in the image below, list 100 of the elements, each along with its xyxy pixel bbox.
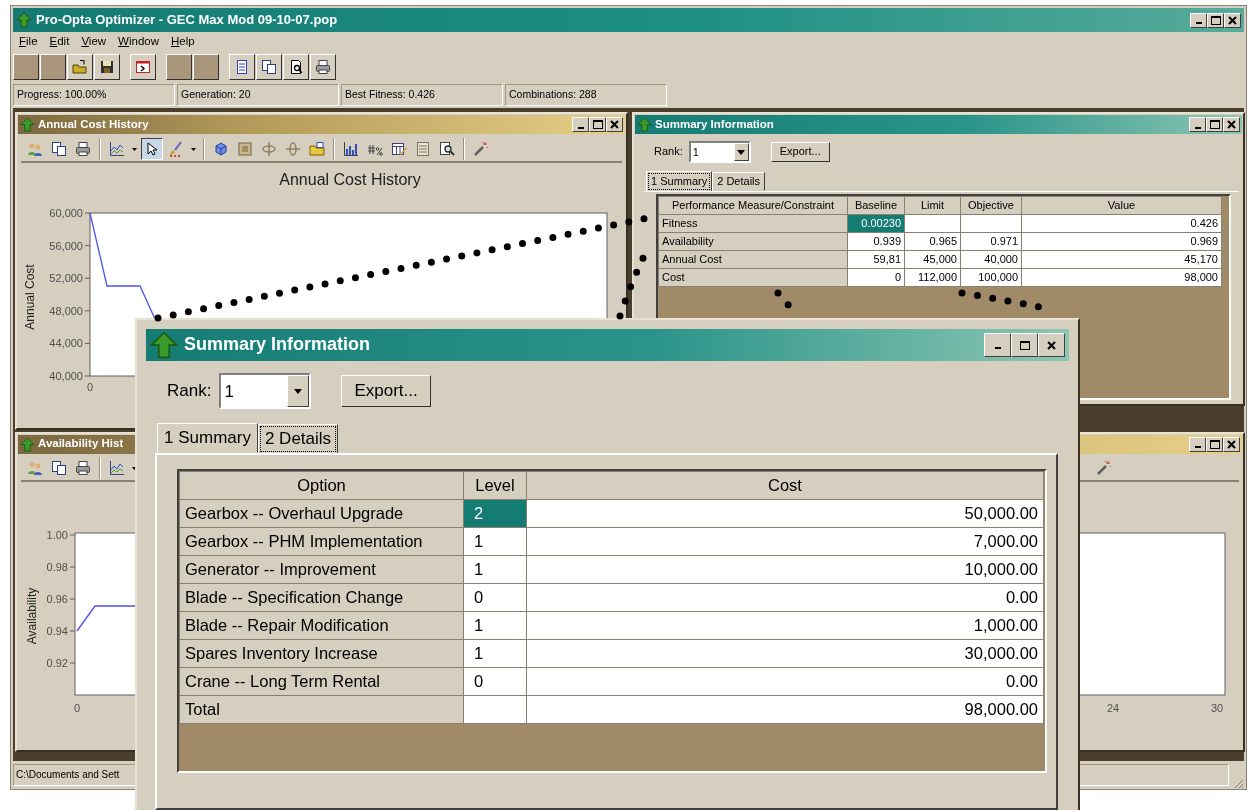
- row-header: Total: [179, 695, 464, 724]
- status-text: C:\Documents and Sett: [16, 769, 120, 780]
- rank-label: Rank:: [167, 380, 212, 402]
- copy-icon: [51, 141, 67, 157]
- users-icon: [27, 460, 43, 477]
- maximize-button[interactable]: [1206, 117, 1223, 132]
- axis-tick-label: 24: [1106, 702, 1120, 714]
- tab[interactable]: 2 Details: [257, 424, 339, 455]
- status-panel: Best Fitness: 0.426: [341, 84, 503, 106]
- close-button[interactable]: [1223, 436, 1240, 452]
- close-button[interactable]: [606, 117, 623, 132]
- axis-tick-label: 0.94: [46, 625, 76, 637]
- table-edit-icon: [391, 141, 407, 157]
- maximize-button[interactable]: [1011, 333, 1038, 357]
- dropdown-arrow-icon: [737, 149, 746, 155]
- chart-title: Annual Cost History: [279, 171, 421, 188]
- minimize-button[interactable]: [984, 333, 1011, 357]
- minimize-button[interactable]: [572, 117, 589, 132]
- up-arrow-icon: [20, 117, 35, 132]
- close-button[interactable]: [1223, 117, 1240, 132]
- blank-button[interactable]: [193, 54, 219, 80]
- line-chart-icon: [109, 141, 125, 157]
- close-button[interactable]: [1038, 333, 1065, 357]
- close-button[interactable]: [1224, 12, 1241, 28]
- table-cell: 7,000.00: [526, 527, 1044, 556]
- axis-tick-label: 52,000: [49, 272, 91, 285]
- minimize-button[interactable]: [1190, 12, 1207, 28]
- save-icon: [99, 59, 115, 75]
- tab[interactable]: 2 Details: [712, 172, 766, 192]
- axis-tick-label: 30: [1210, 702, 1224, 714]
- table-cell: 1: [463, 555, 527, 584]
- cube-icon: [213, 141, 229, 157]
- menu-item[interactable]: Window: [112, 35, 166, 49]
- close-icon: [1047, 340, 1056, 350]
- axis-title: Annual Cost: [23, 264, 37, 330]
- line-chart-icon: [109, 460, 125, 477]
- row-header: Spares Inventory Increase: [179, 639, 464, 668]
- copy-icon: [51, 460, 67, 477]
- maximize-button[interactable]: [589, 117, 606, 132]
- column-header: Value: [1021, 196, 1222, 215]
- blank-button[interactable]: [13, 54, 39, 80]
- maximize-icon: [1019, 340, 1030, 350]
- terminal-button[interactable]: [130, 54, 156, 80]
- caret-icon: [132, 147, 137, 151]
- print-icon: [315, 59, 331, 75]
- folder-icon: [309, 141, 325, 157]
- maximize-button[interactable]: [1207, 12, 1224, 28]
- blank-button[interactable]: [166, 54, 192, 80]
- wand-icon: [1096, 460, 1112, 477]
- brush-icon: [168, 141, 184, 157]
- rank-label: Rank:: [654, 145, 683, 159]
- row-header: Blade -- Specification Change: [179, 583, 464, 612]
- rank-dropdown[interactable]: 1: [688, 141, 751, 163]
- terminal-icon: [135, 59, 151, 75]
- table-cell: 0: [463, 583, 527, 612]
- axis-tick-label: 1.00: [46, 529, 76, 541]
- window-title: Annual Cost History: [38, 117, 149, 132]
- export-button[interactable]: Export...: [770, 142, 830, 162]
- table-cell: 0: [463, 667, 527, 696]
- document-button[interactable]: [229, 54, 255, 80]
- frame-icon: [237, 141, 253, 157]
- blank-button[interactable]: [40, 54, 66, 80]
- minimize-button[interactable]: [1189, 117, 1206, 132]
- table-cell: 1: [463, 639, 527, 668]
- column-header: Performance Measure/Constraint: [658, 196, 848, 215]
- table-cell: 1: [463, 611, 527, 640]
- menu-item[interactable]: Edit: [43, 35, 76, 49]
- open-folder-button[interactable]: [67, 54, 93, 80]
- wand-icon: [473, 141, 489, 157]
- up-arrow-icon: [150, 331, 178, 359]
- copy-button[interactable]: [256, 54, 282, 80]
- minimize-button[interactable]: [1189, 436, 1206, 452]
- menu-item[interactable]: File: [13, 35, 44, 49]
- row-header: Generator -- Improvement: [179, 555, 464, 584]
- menu-item[interactable]: Help: [165, 35, 201, 49]
- axis-tick-label: 0.98: [46, 561, 76, 573]
- pointer-button[interactable]: [141, 138, 163, 160]
- axis-tick-label: 56,000: [49, 239, 91, 252]
- tab[interactable]: 1 Summary: [646, 171, 713, 193]
- print-preview-button[interactable]: [283, 54, 309, 80]
- row-header: Blade -- Repair Modification: [179, 611, 464, 640]
- rank-dropdown[interactable]: 1: [219, 373, 312, 409]
- table-cell: 0.00: [526, 667, 1044, 696]
- tab[interactable]: 1 Summary: [157, 423, 258, 454]
- menu-item[interactable]: View: [75, 35, 113, 49]
- column-header: Objective: [960, 196, 1022, 215]
- zoom-icon: [439, 141, 455, 157]
- save-button[interactable]: [94, 54, 120, 80]
- up-arrow-icon: [20, 436, 35, 452]
- print-button[interactable]: [310, 54, 336, 80]
- table-cell: 50,000.00: [526, 499, 1044, 528]
- maximize-button[interactable]: [1206, 436, 1223, 452]
- export-button[interactable]: Export...: [341, 374, 431, 408]
- row-header: Gearbox -- Overhaul Upgrade: [179, 499, 464, 528]
- maximize-icon: [1209, 120, 1220, 129]
- up-arrow-icon: [16, 12, 32, 28]
- close-icon: [1228, 15, 1237, 25]
- horizontal-rotate-icon: [261, 141, 277, 157]
- users-icon: [27, 141, 43, 157]
- row-header: Crane -- Long Term Rental: [179, 667, 464, 696]
